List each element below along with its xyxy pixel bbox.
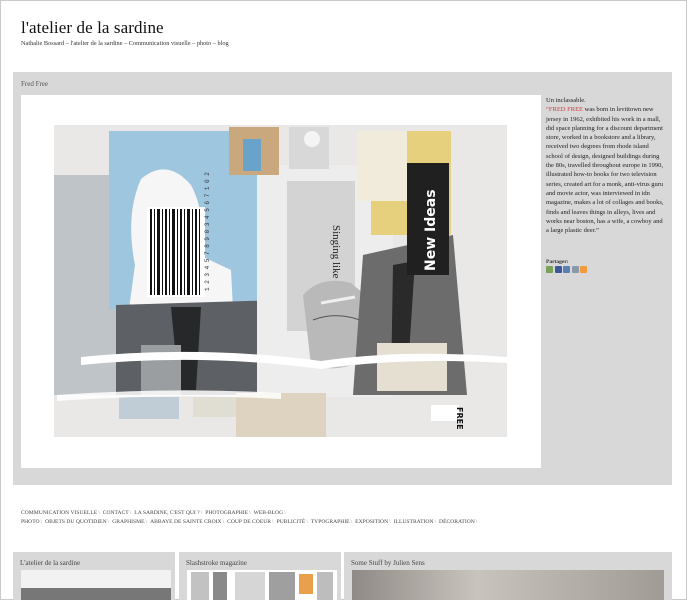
nav-separator: \ bbox=[475, 519, 478, 525]
category-nav: Communication visuelle\ Contact\ La sardin… bbox=[21, 509, 671, 527]
nav-link[interactable]: Publicité bbox=[277, 518, 306, 527]
artist-name-link[interactable]: “FRED FREE bbox=[546, 106, 583, 113]
facebook-share-icon[interactable] bbox=[554, 266, 562, 273]
related-card-atelier[interactable]: L'atelier de la sardine bbox=[13, 552, 175, 600]
card-thumbnail[interactable] bbox=[187, 570, 337, 600]
post-description: Un inclassable. “FRED FREE was born in l… bbox=[546, 96, 666, 235]
nav-row-categories: Photo\ Objets du quotidien\ Graphisme\ Abba… bbox=[21, 518, 671, 527]
post-body-text: was born in levittown new jersey in 1962… bbox=[546, 106, 664, 235]
barcode-number: 1 2 3 4 5 7 8 9 0 3 4 5 6 7 1 0 2 bbox=[204, 172, 211, 291]
nav-link[interactable]: Coup de coeur bbox=[227, 518, 271, 527]
nav-separator: \ bbox=[350, 519, 353, 525]
nav-link[interactable]: Exposition bbox=[355, 518, 388, 527]
print-share-icon[interactable] bbox=[571, 266, 579, 273]
nav-link[interactable]: La sardine, c'est qui ? bbox=[134, 509, 199, 518]
nav-separator: \ bbox=[40, 519, 43, 525]
nav-link[interactable]: Abbaye de Sainte Croix bbox=[150, 518, 221, 527]
email-share-icon[interactable] bbox=[546, 266, 553, 273]
nav-link[interactable]: Typographie bbox=[311, 518, 350, 527]
collage-image: 1 2 3 4 5 7 8 9 0 3 4 5 6 7 1 0 2 Singin… bbox=[21, 95, 541, 468]
card-title[interactable]: Slashstroke magazine bbox=[186, 559, 247, 567]
site-title-link[interactable]: l'atelier de la sardine bbox=[21, 18, 164, 38]
nav-separator: \ bbox=[249, 510, 251, 516]
nav-link[interactable]: Décoration bbox=[439, 518, 475, 527]
card-thumbnail[interactable] bbox=[21, 570, 171, 600]
barcode-graphic bbox=[147, 207, 205, 297]
site-subtitle: Nathalie Bossard – l'atelier de la sardi… bbox=[21, 40, 229, 47]
nav-separator: \ bbox=[129, 510, 132, 516]
card-thumbnail[interactable] bbox=[352, 570, 664, 600]
nav-separator: \ bbox=[389, 519, 391, 525]
nav-link[interactable]: Web-blog bbox=[254, 509, 284, 518]
post-body: “FRED FREE was born in levittown new jer… bbox=[546, 105, 666, 235]
nav-separator: \ bbox=[272, 519, 274, 525]
free-stamp-text: FREE bbox=[455, 407, 464, 430]
nav-separator: \ bbox=[284, 510, 286, 516]
share-label: Partager: bbox=[546, 259, 569, 265]
nav-link[interactable]: Communication visuelle bbox=[21, 509, 97, 518]
singing-like-text: Singing like bbox=[330, 225, 342, 279]
nav-separator: \ bbox=[222, 519, 225, 525]
card-title[interactable]: Some Stuff by Julien Sens bbox=[351, 559, 425, 567]
related-card-slashstroke[interactable]: Slashstroke magazine bbox=[179, 552, 341, 600]
rss-share-icon[interactable] bbox=[580, 266, 587, 273]
nav-link[interactable]: Objets du quotidien bbox=[45, 518, 107, 527]
nav-separator: \ bbox=[98, 510, 100, 516]
nav-separator: \ bbox=[200, 510, 203, 516]
post-artwork[interactable]: 1 2 3 4 5 7 8 9 0 3 4 5 6 7 1 0 2 Singin… bbox=[21, 95, 541, 468]
new-ideas-text: New Ideas bbox=[423, 189, 439, 271]
nav-link[interactable]: Illustration bbox=[394, 518, 434, 527]
delicious-share-icon[interactable] bbox=[563, 266, 570, 273]
card-title[interactable]: L'atelier de la sardine bbox=[20, 559, 80, 567]
post-lead: Un inclassable. bbox=[546, 97, 586, 104]
nav-link[interactable]: Photo bbox=[21, 518, 40, 527]
share-icons bbox=[546, 266, 587, 273]
nav-separator: \ bbox=[107, 519, 110, 525]
nav-separator: \ bbox=[306, 519, 308, 525]
nav-row-main: Communication visuelle\ Contact\ La sardin… bbox=[21, 509, 671, 518]
nav-link[interactable]: Graphisme bbox=[112, 518, 144, 527]
featured-post: Fred Free 1 2 3 4 5 7 8 9 0 3 4 5 6 7 1 … bbox=[13, 72, 672, 485]
nav-separator: \ bbox=[434, 519, 437, 525]
post-title[interactable]: Fred Free bbox=[21, 80, 48, 88]
nav-separator: \ bbox=[145, 519, 148, 525]
related-card-some-stuff[interactable]: Some Stuff by Julien Sens bbox=[344, 552, 672, 600]
nav-link[interactable]: Photographie bbox=[205, 509, 248, 518]
nav-link[interactable]: Contact bbox=[103, 509, 129, 518]
